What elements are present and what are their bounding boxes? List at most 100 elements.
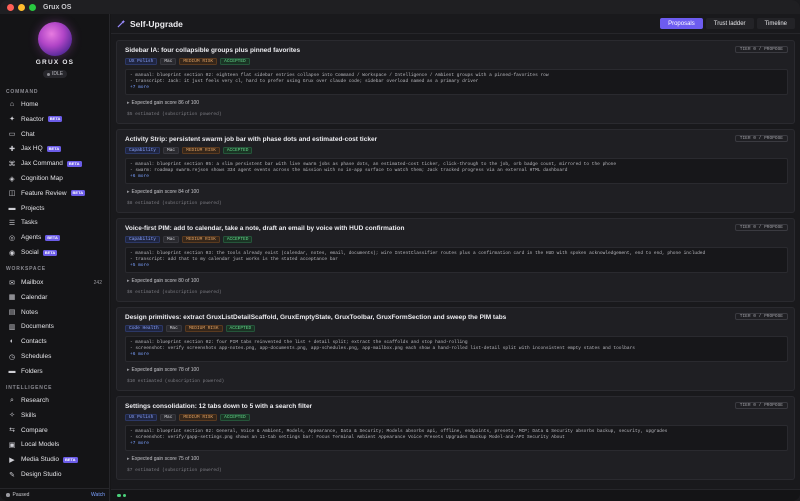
sidebar-item-agents[interactable]: ◎ Agents BETA <box>8 231 106 244</box>
page-header: Self-Upgrade Proposals Trust ladder Time… <box>111 14 800 34</box>
category-chip: UX Polish <box>125 414 158 421</box>
sidebar-item-calendar[interactable]: ▦ Calendar <box>8 291 106 304</box>
sidebar-item-local-models[interactable]: ▣ Local Models <box>8 438 106 451</box>
documents-icon: ▥ <box>8 323 16 331</box>
proposal-title: Design primitives: extract GruxListDetai… <box>125 314 507 321</box>
proposal-tags: UX Polish Mac MEDIUM RISK ACCEPTED <box>125 58 250 65</box>
platform-chip: Mac <box>165 325 182 332</box>
tab-timeline[interactable]: Timeline <box>756 18 795 29</box>
proposal-card[interactable]: Sidebar IA: four collapsible groups plus… <box>116 40 795 124</box>
beta-badge: BETA <box>47 116 63 123</box>
platform-chip: Mac <box>160 414 177 421</box>
sidebar-item-jax-command[interactable]: ⌘ Jax Command BETA <box>8 157 106 170</box>
section-workspace: WORKSPACE <box>6 266 46 272</box>
sidebar-item-mailbox[interactable]: ✉ Mailbox 242 <box>8 276 106 289</box>
beta-badge: BETA <box>66 160 82 167</box>
tier-badge: TIER 0 / PROPOSE <box>734 46 788 53</box>
sidebar-item-notes[interactable]: ▤ Notes <box>8 306 106 319</box>
sidebar-item-label: Research <box>21 397 49 404</box>
close-window-button[interactable] <box>7 3 14 11</box>
unread-count: 242 <box>93 279 102 286</box>
sidebar-item-label: Media Studio <box>21 456 59 464</box>
show-more-link[interactable]: +6 more <box>130 174 783 180</box>
sidebar-item-compare[interactable]: ⇆ Compare <box>8 424 106 437</box>
sidebar-item-skills[interactable]: ✧ Skills <box>8 409 106 422</box>
sidebar-item-label: Jax HQ <box>21 145 43 153</box>
folder-icon: ▬ <box>8 367 16 375</box>
sidebar-item-tasks[interactable]: ☰ Tasks <box>8 216 106 229</box>
proposal-card[interactable]: Design primitives: extract GruxListDetai… <box>116 307 795 391</box>
proposal-card[interactable]: Settings consolidation: 12 tabs down to … <box>116 396 795 480</box>
chat-icon: ▭ <box>8 131 16 139</box>
sidebar-item-cognition-map[interactable]: ◈ Cognition Map <box>8 172 106 185</box>
contacts-icon: ◐ <box>9 338 15 346</box>
sidebar-item-folders[interactable]: ▬ Folders <box>8 365 106 378</box>
sidebar-item-chat[interactable]: ▭ Chat <box>8 128 106 141</box>
status-bar <box>111 489 800 501</box>
calendar-icon: ▦ <box>8 294 16 302</box>
section-command: COMMAND <box>6 89 39 95</box>
disclosure-triangle-icon: ▸ <box>127 100 130 106</box>
sidebar-item-media-studio[interactable]: ▶ Media Studio BETA <box>8 453 106 466</box>
sidebar-item-label: Cognition Map <box>21 175 63 182</box>
sidebar-item-home[interactable]: ⌂ Home <box>8 98 106 111</box>
status-badge: IDLE <box>43 70 67 78</box>
sidebar-item-label: Skills <box>21 411 37 419</box>
gain-score[interactable]: ▸ Expected gain score 84 of 100 <box>127 189 199 195</box>
show-more-link[interactable]: +7 more <box>130 441 783 447</box>
sidebar-item-contacts[interactable]: ◐ Contacts <box>8 335 106 348</box>
skills-icon: ✧ <box>9 412 15 420</box>
risk-chip: MEDIUM RISK <box>179 414 218 421</box>
proposal-title: Settings consolidation: 12 tabs down to … <box>125 403 313 410</box>
disclosure-triangle-icon: ▸ <box>127 189 130 195</box>
status-dot-icon <box>46 72 50 76</box>
mailbox-icon: ✉ <box>9 279 15 287</box>
gain-score[interactable]: ▸ Expected gain score 75 of 100 <box>127 456 199 462</box>
folder-icon: ▬ <box>8 204 16 212</box>
evidence-box: - manual: blueprint section 02: four PIM… <box>125 336 788 362</box>
main-content: Self-Upgrade Proposals Trust ladder Time… <box>111 14 800 489</box>
sidebar-item-label: Design Studio <box>21 471 62 478</box>
show-more-link[interactable]: +6 more <box>130 352 783 358</box>
tab-trust-ladder[interactable]: Trust ladder <box>705 18 754 29</box>
gain-score-text: Expected gain score 75 of 100 <box>131 456 200 462</box>
tab-proposals[interactable]: Proposals <box>660 18 703 29</box>
proposal-card[interactable]: Voice-first PIM: add to calendar, take a… <box>116 218 795 302</box>
gain-score[interactable]: ▸ Expected gain score 80 of 100 <box>127 278 199 284</box>
media-studio-icon: ▶ <box>9 456 15 464</box>
evidence-box: - manual: blueprint section 03: the tool… <box>125 247 788 273</box>
sidebar-item-design-studio[interactable]: ✎ Design Studio <box>8 468 106 481</box>
status-text: IDLE <box>51 71 64 77</box>
sidebar-item-label: Home <box>21 101 39 108</box>
page-title: Self-Upgrade <box>130 19 183 29</box>
sidebar-item-jax-hq[interactable]: ✚ Jax HQ BETA <box>8 142 106 155</box>
minimize-window-button[interactable] <box>18 3 25 11</box>
watch-link[interactable]: Watch <box>91 492 105 498</box>
evidence-box: - manual: blueprint section 02: eighteen… <box>125 69 788 95</box>
proposal-tags: Capability Mac MEDIUM RISK ACCEPTED <box>125 147 253 154</box>
gain-score-text: Expected gain score 78 of 100 <box>131 367 200 373</box>
show-more-link[interactable]: +7 more <box>130 85 783 91</box>
sidebar-item-documents[interactable]: ▥ Documents <box>8 320 106 333</box>
sidebar-item-social[interactable]: ◉ Social BETA <box>8 246 106 259</box>
window-title: Grux OS <box>43 3 72 11</box>
connection-dot-icon <box>117 493 121 498</box>
sidebar-item-feature-review[interactable]: ◫ Feature Review BETA <box>8 187 106 200</box>
proposal-title: Activity Strip: persistent swarm job bar… <box>125 136 378 143</box>
show-more-link[interactable]: +5 more <box>130 263 783 269</box>
gain-score[interactable]: ▸ Expected gain score 86 of 100 <box>127 100 199 106</box>
grux-orb-avatar[interactable] <box>38 22 72 56</box>
sidebar-item-label: Mailbox <box>21 279 44 286</box>
footer-status: Paused <box>12 492 30 498</box>
sidebar-item-projects[interactable]: ▬ Projects <box>8 202 106 215</box>
proposal-card[interactable]: Activity Strip: persistent swarm job bar… <box>116 129 795 213</box>
disclosure-triangle-icon: ▸ <box>127 367 130 373</box>
sidebar-item-reactor[interactable]: ✦ Reactor BETA <box>8 113 106 126</box>
gain-score[interactable]: ▸ Expected gain score 78 of 100 <box>127 367 199 373</box>
sidebar-item-research[interactable]: ⌕ Research <box>8 394 106 407</box>
tasks-icon: ☰ <box>8 219 16 227</box>
zoom-window-button[interactable] <box>29 3 36 11</box>
beta-badge: BETA <box>46 145 62 152</box>
sidebar-item-schedules[interactable]: ◷ Schedules <box>8 350 106 363</box>
compare-icon: ⇆ <box>9 427 15 435</box>
